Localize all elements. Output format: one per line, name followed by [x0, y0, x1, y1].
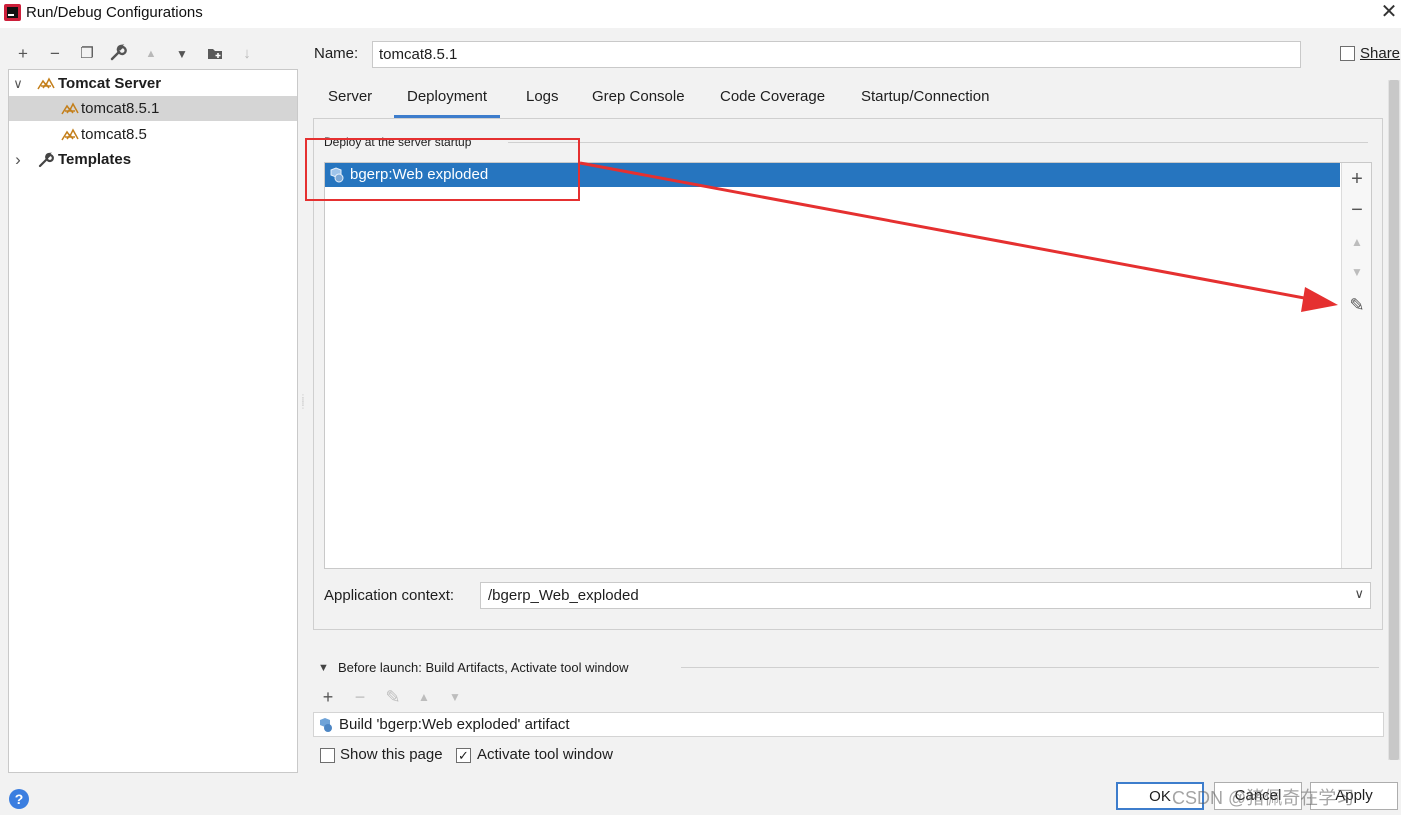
move-down-icon[interactable]: ▼: [444, 686, 466, 708]
window-title: Run/Debug Configurations: [26, 4, 203, 21]
tree-item-label: tomcat8.5: [81, 126, 147, 143]
annotation-highlight-box: [305, 138, 580, 201]
add-icon[interactable]: +: [1344, 166, 1370, 192]
edit-pencil-icon[interactable]: ✎: [1344, 292, 1370, 318]
tab-logs[interactable]: Logs: [526, 80, 559, 118]
watermark: CSDN @猪佩奇在学习: [1172, 788, 1355, 808]
intellij-app-icon: [4, 4, 21, 21]
add-icon[interactable]: +: [13, 44, 33, 64]
share-label: Share: [1360, 45, 1401, 62]
tree-group-label: Templates: [58, 151, 132, 168]
wrench-icon[interactable]: [108, 44, 128, 64]
list-side-toolbar: [1341, 163, 1371, 568]
tree-item-label: tomcat8.5.1: [81, 100, 160, 117]
splitter-handle[interactable]: ⋮ ⋮ ⋮: [299, 394, 307, 416]
chevron-right-icon[interactable]: ›: [11, 147, 25, 172]
add-icon[interactable]: +: [317, 686, 339, 708]
deployment-list[interactable]: [324, 162, 1372, 569]
tab-code-coverage[interactable]: Code Coverage: [720, 80, 825, 118]
remove-icon[interactable]: −: [45, 44, 65, 64]
section-divider: [508, 142, 1368, 143]
configuration-tree: ∨ Tomcat Server tomcat8.5.1 tomcat8.5 › …: [8, 69, 298, 773]
artifact-icon: [320, 718, 332, 732]
tree-item-tomcat85[interactable]: tomcat8.5: [9, 122, 297, 147]
name-label: Name:: [314, 45, 359, 62]
chevron-down-icon[interactable]: ∨: [1354, 586, 1364, 602]
show-this-page-label: Show this page: [340, 746, 443, 763]
app-context-value: /bgerp_Web_exploded: [488, 587, 639, 604]
tree-group-label: Tomcat Server: [58, 75, 162, 92]
task-label: Build 'bgerp:Web exploded' artifact: [339, 716, 570, 733]
activate-tool-window-label: Activate tool window: [477, 746, 613, 763]
chevron-down-icon[interactable]: ∨: [11, 71, 25, 96]
move-up-icon[interactable]: ▲: [141, 44, 161, 64]
show-this-page-checkbox[interactable]: [320, 748, 335, 763]
before-launch-label: Before launch: Build Artifacts, Activate…: [338, 660, 629, 675]
scrollbar-thumb[interactable]: [1389, 80, 1399, 760]
tab-server[interactable]: Server: [328, 80, 372, 118]
help-button[interactable]: ?: [9, 789, 29, 809]
close-button[interactable]: ✕: [1378, 0, 1400, 26]
move-down-icon[interactable]: ▼: [1344, 259, 1370, 285]
title-bar: [0, 0, 1401, 28]
tomcat-icon: [61, 128, 79, 141]
tab-startup-connection[interactable]: Startup/Connection: [861, 80, 989, 118]
share-checkbox[interactable]: [1340, 46, 1355, 61]
tree-group-templates[interactable]: › Templates: [9, 147, 297, 172]
new-folder-icon[interactable]: [205, 44, 225, 64]
name-input[interactable]: [372, 41, 1301, 68]
move-down-icon[interactable]: ▼: [172, 44, 192, 64]
copy-icon[interactable]: ❐: [77, 44, 97, 64]
app-context-combobox[interactable]: /bgerp_Web_exploded ∨: [480, 582, 1371, 609]
app-context-label: Application context:: [324, 587, 455, 604]
before-launch-task[interactable]: Build 'bgerp:Web exploded' artifact: [313, 712, 1384, 737]
tab-grep-console[interactable]: Grep Console: [592, 80, 685, 118]
tab-deployment[interactable]: Deployment: [394, 80, 501, 118]
tomcat-icon: [61, 102, 79, 115]
remove-icon[interactable]: −: [1344, 197, 1370, 223]
move-up-icon[interactable]: ▲: [413, 686, 435, 708]
wrench-icon: [38, 152, 54, 168]
collapse-triangle-icon[interactable]: ▼: [318, 662, 329, 674]
activate-tool-window-checkbox[interactable]: ✓: [456, 748, 471, 763]
move-up-icon[interactable]: ▲: [1344, 229, 1370, 255]
tree-group-tomcat-server[interactable]: ∨ Tomcat Server: [9, 71, 297, 96]
edit-pencil-icon[interactable]: ✎: [382, 686, 404, 708]
section-divider: [681, 667, 1379, 668]
remove-icon[interactable]: −: [349, 686, 371, 708]
tomcat-icon: [37, 77, 55, 90]
tree-item-tomcat851[interactable]: tomcat8.5.1: [9, 96, 297, 121]
sort-icon[interactable]: ↓: [237, 44, 257, 64]
